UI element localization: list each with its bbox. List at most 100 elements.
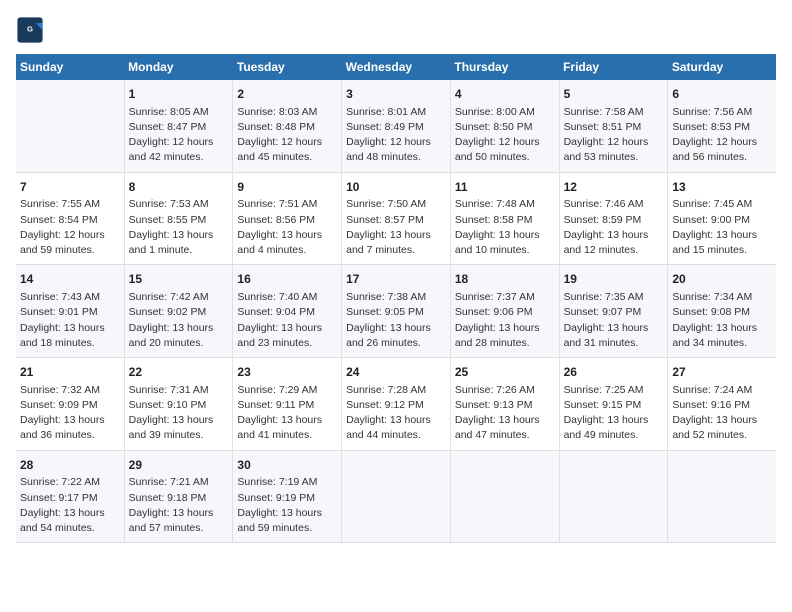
cell-content: Sunrise: 7:43 AMSunset: 9:01 PMDaylight:… [20,290,120,351]
calendar-cell: 1Sunrise: 8:05 AMSunset: 8:47 PMDaylight… [124,80,233,172]
day-header-monday: Monday [124,54,233,80]
day-number: 4 [455,86,555,103]
calendar-week-row: 28Sunrise: 7:22 AMSunset: 9:17 PMDayligh… [16,450,776,543]
cell-content: Sunrise: 7:35 AMSunset: 9:07 PMDaylight:… [564,290,664,351]
calendar-cell: 17 Sunrise: 7:38 AMSunset: 9:05 PMDayligh… [342,265,451,358]
day-number: 23 [237,364,337,381]
cell-content: Sunrise: 7:40 AMSunset: 9:04 PMDaylight:… [237,290,337,351]
cell-content: Sunrise: 7:31 AMSunset: 9:10 PMDaylight:… [129,383,229,444]
calendar-cell: 7Sunrise: 7:55 AMSunset: 8:54 PMDaylight… [16,172,124,265]
day-number: 19 [564,271,664,288]
calendar-cell [668,450,776,543]
cell-content: Sunrise: 7:45 AMSunset: 9:00 PMDaylight:… [672,197,772,258]
calendar-cell: 13Sunrise: 7:45 AMSunset: 9:00 PMDayligh… [668,172,776,265]
day-header-sunday: Sunday [16,54,124,80]
header: G [16,16,776,44]
day-number: 30 [237,457,337,474]
calendar-header-row: SundayMondayTuesdayWednesdayThursdayFrid… [16,54,776,80]
cell-content: Sunrise: 7:26 AMSunset: 9:13 PMDaylight:… [455,383,555,444]
cell-content: Sunrise: 8:00 AMSunset: 8:50 PMDaylight:… [455,105,555,166]
day-number: 21 [20,364,120,381]
day-number: 6 [672,86,772,103]
day-number: 15 [129,271,229,288]
day-number: 2 [237,86,337,103]
cell-content: Sunrise: 8:05 AMSunset: 8:47 PMDaylight:… [129,105,229,166]
calendar-cell [16,80,124,172]
cell-content: Sunrise: 7:19 AMSunset: 9:19 PMDaylight:… [237,475,337,536]
cell-content: Sunrise: 7:24 AMSunset: 9:16 PMDaylight:… [672,383,772,444]
calendar-cell: 16 Sunrise: 7:40 AMSunset: 9:04 PMDayligh… [233,265,342,358]
cell-content: Sunrise: 7:34 AMSunset: 9:08 PMDaylight:… [672,290,772,351]
calendar-cell: 25 Sunrise: 7:26 AMSunset: 9:13 PMDayligh… [450,358,559,451]
calendar-cell: 9Sunrise: 7:51 AMSunset: 8:56 PMDaylight… [233,172,342,265]
cell-content: Sunrise: 7:28 AMSunset: 9:12 PMDaylight:… [346,383,446,444]
cell-content: Sunrise: 7:42 AMSunset: 9:02 PMDaylight:… [129,290,229,351]
calendar-cell [342,450,451,543]
day-number: 27 [672,364,772,381]
cell-content: Sunrise: 7:37 AMSunset: 9:06 PMDaylight:… [455,290,555,351]
calendar-cell: 10Sunrise: 7:50 AMSunset: 8:57 PMDayligh… [342,172,451,265]
cell-content: Sunrise: 7:38 AMSunset: 9:05 PMDaylight:… [346,290,446,351]
calendar-cell [450,450,559,543]
cell-content: Sunrise: 7:32 AMSunset: 9:09 PMDaylight:… [20,383,120,444]
logo-icon: G [16,16,44,44]
day-header-tuesday: Tuesday [233,54,342,80]
cell-content: Sunrise: 7:53 AMSunset: 8:55 PMDaylight:… [129,197,229,258]
day-number: 9 [237,179,337,196]
calendar-cell: 30Sunrise: 7:19 AMSunset: 9:19 PMDayligh… [233,450,342,543]
day-number: 14 [20,271,120,288]
cell-content: Sunrise: 7:48 AMSunset: 8:58 PMDaylight:… [455,197,555,258]
day-number: 16 [237,271,337,288]
calendar-cell: 6 Sunrise: 7:56 AMSunset: 8:53 PMDaylight… [668,80,776,172]
cell-content: Sunrise: 7:50 AMSunset: 8:57 PMDaylight:… [346,197,446,258]
calendar-cell: 8Sunrise: 7:53 AMSunset: 8:55 PMDaylight… [124,172,233,265]
calendar-cell: 21 Sunrise: 7:32 AMSunset: 9:09 PMDayligh… [16,358,124,451]
calendar-cell: 14 Sunrise: 7:43 AMSunset: 9:01 PMDayligh… [16,265,124,358]
logo: G [16,16,48,44]
cell-content: Sunrise: 7:29 AMSunset: 9:11 PMDaylight:… [237,383,337,444]
day-number: 29 [129,457,229,474]
cell-content: Sunrise: 7:22 AMSunset: 9:17 PMDaylight:… [20,475,120,536]
calendar-body: 1Sunrise: 8:05 AMSunset: 8:47 PMDaylight… [16,80,776,543]
day-header-saturday: Saturday [668,54,776,80]
day-header-wednesday: Wednesday [342,54,451,80]
day-number: 17 [346,271,446,288]
cell-content: Sunrise: 7:56 AMSunset: 8:53 PMDaylight:… [672,105,772,166]
cell-content: Sunrise: 7:25 AMSunset: 9:15 PMDaylight:… [564,383,664,444]
cell-content: Sunrise: 8:01 AMSunset: 8:49 PMDaylight:… [346,105,446,166]
day-number: 7 [20,179,120,196]
calendar-week-row: 14 Sunrise: 7:43 AMSunset: 9:01 PMDayligh… [16,265,776,358]
calendar-cell: 29Sunrise: 7:21 AMSunset: 9:18 PMDayligh… [124,450,233,543]
calendar-cell: 3Sunrise: 8:01 AMSunset: 8:49 PMDaylight… [342,80,451,172]
calendar-table: SundayMondayTuesdayWednesdayThursdayFrid… [16,54,776,543]
cell-content: Sunrise: 7:55 AMSunset: 8:54 PMDaylight:… [20,197,120,258]
calendar-cell: 12Sunrise: 7:46 AMSunset: 8:59 PMDayligh… [559,172,668,265]
calendar-cell: 28Sunrise: 7:22 AMSunset: 9:17 PMDayligh… [16,450,124,543]
cell-content: Sunrise: 7:51 AMSunset: 8:56 PMDaylight:… [237,197,337,258]
calendar-week-row: 1Sunrise: 8:05 AMSunset: 8:47 PMDaylight… [16,80,776,172]
calendar-cell: 5Sunrise: 7:58 AMSunset: 8:51 PMDaylight… [559,80,668,172]
day-number: 13 [672,179,772,196]
cell-content: Sunrise: 8:03 AMSunset: 8:48 PMDaylight:… [237,105,337,166]
calendar-cell [559,450,668,543]
calendar-week-row: 7Sunrise: 7:55 AMSunset: 8:54 PMDaylight… [16,172,776,265]
cell-content: Sunrise: 7:58 AMSunset: 8:51 PMDaylight:… [564,105,664,166]
day-header-friday: Friday [559,54,668,80]
day-number: 11 [455,179,555,196]
cell-content: Sunrise: 7:46 AMSunset: 8:59 PMDaylight:… [564,197,664,258]
calendar-cell: 15 Sunrise: 7:42 AMSunset: 9:02 PMDayligh… [124,265,233,358]
day-number: 25 [455,364,555,381]
day-number: 24 [346,364,446,381]
calendar-cell: 2 Sunrise: 8:03 AMSunset: 8:48 PMDaylight… [233,80,342,172]
calendar-cell: 18Sunrise: 7:37 AMSunset: 9:06 PMDayligh… [450,265,559,358]
calendar-cell: 11Sunrise: 7:48 AMSunset: 8:58 PMDayligh… [450,172,559,265]
calendar-cell: 27 Sunrise: 7:24 AMSunset: 9:16 PMDayligh… [668,358,776,451]
calendar-cell: 26Sunrise: 7:25 AMSunset: 9:15 PMDayligh… [559,358,668,451]
calendar-cell: 24 Sunrise: 7:28 AMSunset: 9:12 PMDayligh… [342,358,451,451]
calendar-cell: 19 Sunrise: 7:35 AMSunset: 9:07 PMDayligh… [559,265,668,358]
day-number: 8 [129,179,229,196]
cell-content: Sunrise: 7:21 AMSunset: 9:18 PMDaylight:… [129,475,229,536]
calendar-cell: 23 Sunrise: 7:29 AMSunset: 9:11 PMDayligh… [233,358,342,451]
calendar-cell: 20Sunrise: 7:34 AMSunset: 9:08 PMDayligh… [668,265,776,358]
day-number: 28 [20,457,120,474]
